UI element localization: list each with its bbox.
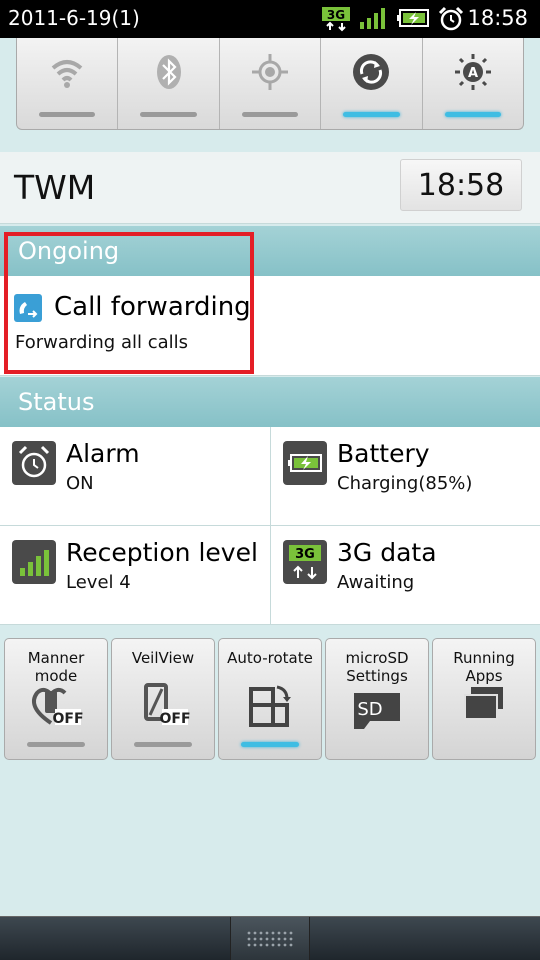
status-header: Status: [0, 377, 540, 427]
running-apps-label: Running Apps: [453, 649, 515, 685]
auto-rotate-label: Auto-rotate: [227, 649, 313, 667]
ongoing-header: Ongoing: [0, 226, 540, 276]
gps-icon: [252, 54, 289, 90]
status-3g-data[interactable]: 3G 3G data Awaiting: [270, 526, 540, 625]
manner-state: OFF: [52, 711, 83, 727]
call-forwarding-notification[interactable]: Call forwarding Forwarding all calls: [0, 276, 540, 376]
carrier-name: TWM: [14, 168, 96, 207]
wifi-icon: [51, 60, 83, 88]
quick-tiles: Manner mode OFF VeilView OFF Auto-rotate…: [4, 638, 536, 762]
grip-dots-icon: [247, 931, 293, 947]
wifi-toggle[interactable]: [17, 38, 119, 129]
microsd-settings-tile[interactable]: microSD Settings SD: [325, 638, 429, 760]
alarm-value: ON: [66, 473, 94, 494]
carrier-row: TWM 18:58: [0, 152, 540, 224]
manner-mode-label: Manner mode: [27, 649, 85, 685]
svg-text:A: A: [468, 66, 478, 81]
veilview-state: OFF: [159, 711, 190, 727]
status-battery[interactable]: Battery Charging(85%): [270, 427, 540, 526]
auto-rotate-indicator: [241, 742, 299, 747]
alarm-icon: [12, 441, 56, 489]
status-bar: 2011-6-19(1) 3G 18:58: [0, 0, 540, 38]
microsd-label: microSD Settings: [345, 649, 409, 685]
quick-settings-bar: A: [16, 38, 524, 130]
battery-charging-icon: [396, 6, 432, 34]
notification-subtitle: Forwarding all calls: [15, 332, 189, 353]
sd-badge: SD: [357, 699, 382, 720]
status-grid: Alarm ON Battery Charging(85%) Reception…: [0, 427, 540, 625]
gps-indicator: [241, 112, 299, 117]
reception-value: Level 4: [66, 572, 131, 593]
brightness-indicator: [444, 112, 502, 117]
veilview-indicator: [134, 742, 192, 747]
veilview-tile[interactable]: VeilView OFF: [111, 638, 215, 760]
alarm-label: Alarm: [66, 439, 140, 468]
wifi-indicator: [39, 112, 96, 117]
microsd-icon: SD: [354, 693, 400, 729]
manner-mode-indicator: [27, 742, 85, 747]
notification-drawer-handle-bar: [0, 916, 540, 960]
alarm-icon: [437, 6, 465, 36]
auto-rotate-tile[interactable]: Auto-rotate: [218, 638, 322, 760]
running-apps-icon: [464, 687, 503, 720]
signal-icon: [359, 6, 387, 34]
3g-badge: 3G: [295, 547, 315, 562]
status-reception[interactable]: Reception level Level 4: [0, 526, 270, 625]
veilview-icon: OFF: [144, 683, 190, 727]
brightness-auto-icon: A: [454, 54, 491, 90]
manner-mode-icon: OFF: [32, 687, 83, 727]
3g-data-icon: 3G: [283, 540, 327, 588]
3g-label: 3G: [327, 8, 345, 22]
manner-mode-tile[interactable]: Manner mode OFF: [4, 638, 108, 760]
carrier-clock: 18:58: [400, 159, 522, 211]
auto-brightness-toggle[interactable]: A: [423, 38, 523, 129]
bluetooth-indicator: [140, 112, 197, 117]
notification-title: Call forwarding: [54, 292, 251, 322]
signal-icon: [12, 540, 56, 588]
auto-rotate-icon: [249, 685, 291, 727]
3g-data-value: Awaiting: [337, 572, 415, 593]
bluetooth-icon: [156, 55, 181, 89]
running-apps-tile[interactable]: Running Apps: [432, 638, 536, 760]
sync-icon: [353, 54, 390, 90]
sync-toggle[interactable]: [321, 38, 423, 129]
battery-value: Charging(85%): [337, 473, 473, 494]
bluetooth-toggle[interactable]: [118, 38, 220, 129]
status-date: 2011-6-19(1): [8, 6, 140, 30]
drawer-handle[interactable]: [230, 917, 310, 960]
sync-indicator: [343, 112, 400, 117]
gps-toggle[interactable]: [220, 38, 322, 129]
battery-icon: [283, 441, 327, 489]
reception-label: Reception level: [66, 538, 258, 567]
status-alarm[interactable]: Alarm ON: [0, 427, 270, 526]
battery-label: Battery: [337, 439, 430, 468]
3g-icon: 3G: [321, 6, 351, 36]
call-forward-icon: [14, 294, 42, 326]
status-time: 18:58: [467, 6, 528, 30]
3g-data-label: 3G data: [337, 538, 437, 567]
veilview-label: VeilView: [131, 649, 195, 667]
